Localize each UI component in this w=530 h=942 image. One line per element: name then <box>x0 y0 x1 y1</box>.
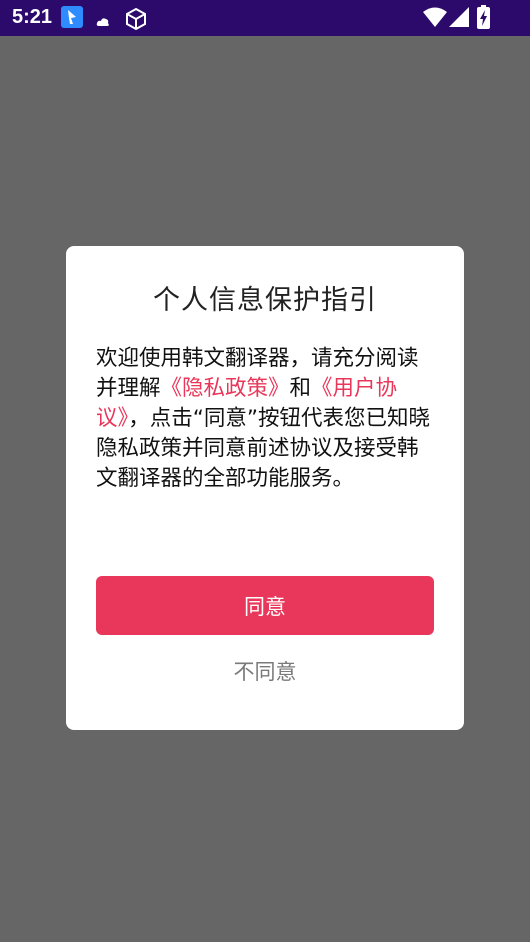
agree-button[interactable]: 同意 <box>96 576 434 635</box>
battery-charging-icon <box>477 5 490 33</box>
status-bar: 5:21 <box>0 0 530 36</box>
cube-icon <box>124 7 148 35</box>
dialog-body: 欢迎使用韩文翻译器，请充分阅读并理解《隐私政策》和《用户协议》，点击“同意”按钮… <box>96 344 436 494</box>
disagree-button[interactable]: 不同意 <box>96 656 434 686</box>
cloud-icon <box>96 12 110 31</box>
dialog-title: 个人信息保护指引 <box>153 285 377 316</box>
status-time: 5:21 <box>12 6 53 28</box>
body-text-part3: ，点击“同意”按钮代表您已知晓隐私政策并同意前述协议及接受韩文翻译器的全部功能服… <box>96 406 431 491</box>
app-notification-icon <box>61 6 83 32</box>
body-text-part2: 和 <box>289 376 312 401</box>
privacy-dialog: 个人信息保护指引 欢迎使用韩文翻译器，请充分阅读并理解《隐私政策》和《用户协议》… <box>66 246 464 730</box>
agree-button-label: 同意 <box>244 594 286 619</box>
wifi-icon <box>423 7 447 31</box>
signal-icon <box>449 7 469 31</box>
privacy-policy-link[interactable]: 《隐私政策》 <box>161 376 290 401</box>
disagree-button-label: 不同意 <box>233 660 297 684</box>
